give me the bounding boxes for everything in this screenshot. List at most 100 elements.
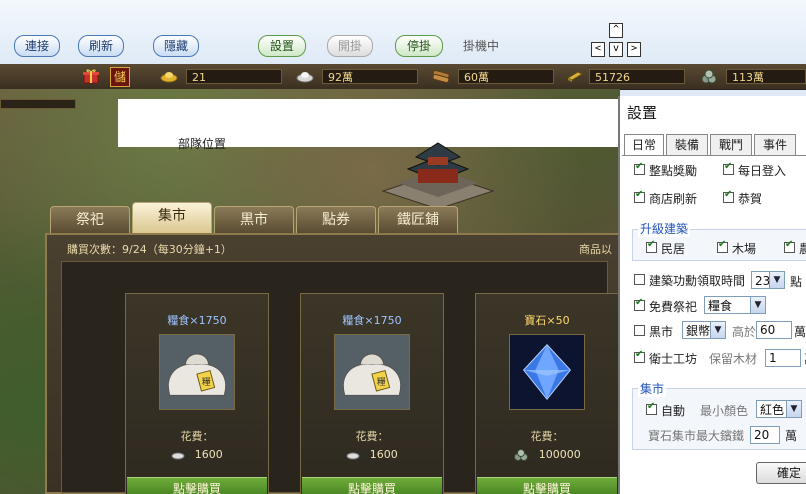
lumber-yard-label: 木場 [732,242,757,256]
top-progress-bar [0,99,76,109]
market-card: 糧食×1750 糧 花費： 1600 點擊購買 [300,293,444,494]
silver-ingot-icon [296,72,314,83]
market-card: 寶石×50 花費： 100000 點擊購買 [475,293,619,494]
above-label: 高於 [732,325,757,339]
black-market-label: 黒市 [649,325,674,339]
guard-workshop-label: 衛士工坊 [649,352,698,366]
lumber-yard-checkbox[interactable] [717,239,728,253]
residence-label: 民居 [661,242,686,256]
congratulate-checkbox[interactable] [723,189,734,203]
sacrifice-type-value: 糧食 [708,299,733,313]
connect-button[interactable]: 連接 [14,35,60,57]
tab-divider [622,155,806,156]
buy-button[interactable]: 點擊購買 [302,477,442,494]
arrow-right-button[interactable]: > [627,42,641,57]
gold-ingot-icon [160,72,178,83]
keep-wood-input[interactable]: 1 [765,349,801,367]
guard-workshop-checkbox[interactable] [634,349,645,363]
cost-label: 花費： [355,430,389,443]
wood-value: 60萬 [458,69,554,84]
black-market-checkbox[interactable] [634,325,645,336]
stone-pile-icon [701,69,717,84]
resource-bar: 儲 21 92萬 60萬 51726 113萬 [0,64,806,90]
build-merit-checkbox[interactable] [634,274,645,285]
silver-ingot-icon [171,452,185,460]
residence-checkbox[interactable] [646,239,657,253]
chevron-down-icon: ▼ [750,297,765,313]
gift-box-icon[interactable] [82,68,100,84]
stop-hang-button[interactable]: 停掛 [395,35,443,57]
min-color-value: 紅色 [760,403,785,417]
tab-battle[interactable]: 戰鬥 [710,134,752,156]
arrow-up-button[interactable]: ^ [609,23,623,38]
shop-refresh-label: 商店刷新 [649,192,698,206]
arrow-down-button[interactable]: v [609,42,623,57]
settings-button[interactable]: 設置 [258,35,306,57]
market-auto-label: 自動 [661,404,686,418]
gem-max-label: 寶石集市最大鑌鐵 [648,429,745,443]
tab-market[interactable]: 集市 [132,202,212,234]
sacrifice-type-select[interactable]: 糧食 ▼ [704,296,766,314]
farm-label: 農 [799,242,806,256]
tab-black-market[interactable]: 黒市 [214,206,294,233]
purchase-count: 購買次數：9/24（每30分鐘+1） [67,243,232,256]
tab-equipment[interactable]: 裝備 [666,134,708,156]
confirm-button[interactable]: 確定 [756,462,806,484]
silver-value: 92萬 [322,69,418,84]
tab-sacrifice[interactable]: 祭祀 [50,206,130,233]
iron-bar-icon [566,71,584,82]
wood-log-icon [432,69,450,84]
silver-ingot-icon [346,452,360,460]
currency-select[interactable]: 銀幣 ▼ [682,321,726,339]
settings-panel: 設置 日常 裝備 戰鬥 事件 整點獎勵 每日登入 商店刷新 恭賀 升級建築 民居… [618,96,806,494]
free-sacrifice-checkbox[interactable] [634,297,645,311]
start-hang-button[interactable]: 開掛 [327,35,373,57]
cost-value: 100000 [538,448,581,461]
above-value-input[interactable]: 60 [756,321,792,339]
build-merit-label: 建築功勳領取時間 [649,274,746,288]
palace-building [381,142,495,210]
market-auto-checkbox[interactable] [646,401,657,415]
stone-value: 113萬 [726,69,806,84]
tab-blacksmith[interactable]: 鐵匠鋪 [378,206,458,233]
arrow-left-button[interactable]: < [591,42,605,57]
refresh-button[interactable]: 刷新 [78,35,124,57]
location-text: 部隊位置 [178,137,227,151]
cost-value: 1600 [194,448,223,461]
stone-pile-icon [514,449,529,461]
build-merit-select[interactable]: 23 ▼ [751,271,785,289]
cost-value: 1600 [369,448,398,461]
congratulate-label: 恭賀 [738,192,763,206]
buy-button[interactable]: 點擊購買 [127,477,267,494]
cost-label: 花費： [530,430,564,443]
game-scene: 部隊位置 祭祀 集市 黒市 點券 鐵匠鋪 購買次數：9/24（每30分鐘+1） … [0,89,620,494]
daily-login-checkbox[interactable] [723,161,734,175]
min-color-select[interactable]: 紅色 ▼ [756,400,802,418]
market-group-title: 集市 [638,380,667,397]
buy-button[interactable]: 點擊購買 [477,477,617,494]
cost-row: 1600 [301,448,443,461]
chevron-down-icon: ▼ [769,272,784,288]
shop-refresh-checkbox[interactable] [634,189,645,203]
build-merit-value: 23 [755,274,771,288]
gem-max-unit: 萬 [785,429,798,443]
tab-daily[interactable]: 日常 [624,134,664,156]
chevron-down-icon: ▼ [786,401,801,417]
farm-checkbox[interactable] [784,239,795,253]
gold-value: 21 [186,69,282,84]
blue-gem-icon [509,334,585,410]
black-market-unit: 萬 [794,325,806,339]
tab-events[interactable]: 事件 [754,134,796,156]
card-title: 糧食×1750 [167,314,227,327]
gem-max-input[interactable]: 20 [750,426,780,444]
min-color-label: 最小顏色 [700,404,749,418]
svg-text:糧: 糧 [202,376,211,388]
storage-icon[interactable]: 儲 [110,67,130,87]
hide-button[interactable]: 隱藏 [153,35,199,57]
daily-login-label: 每日登入 [738,164,787,178]
market-hint: 商品以 [579,243,612,256]
card-title: 寶石×50 [524,314,570,327]
grain-sack-icon: 糧 [159,334,235,410]
tab-coupons[interactable]: 點券 [296,206,376,233]
hourly-reward-checkbox[interactable] [634,161,645,175]
